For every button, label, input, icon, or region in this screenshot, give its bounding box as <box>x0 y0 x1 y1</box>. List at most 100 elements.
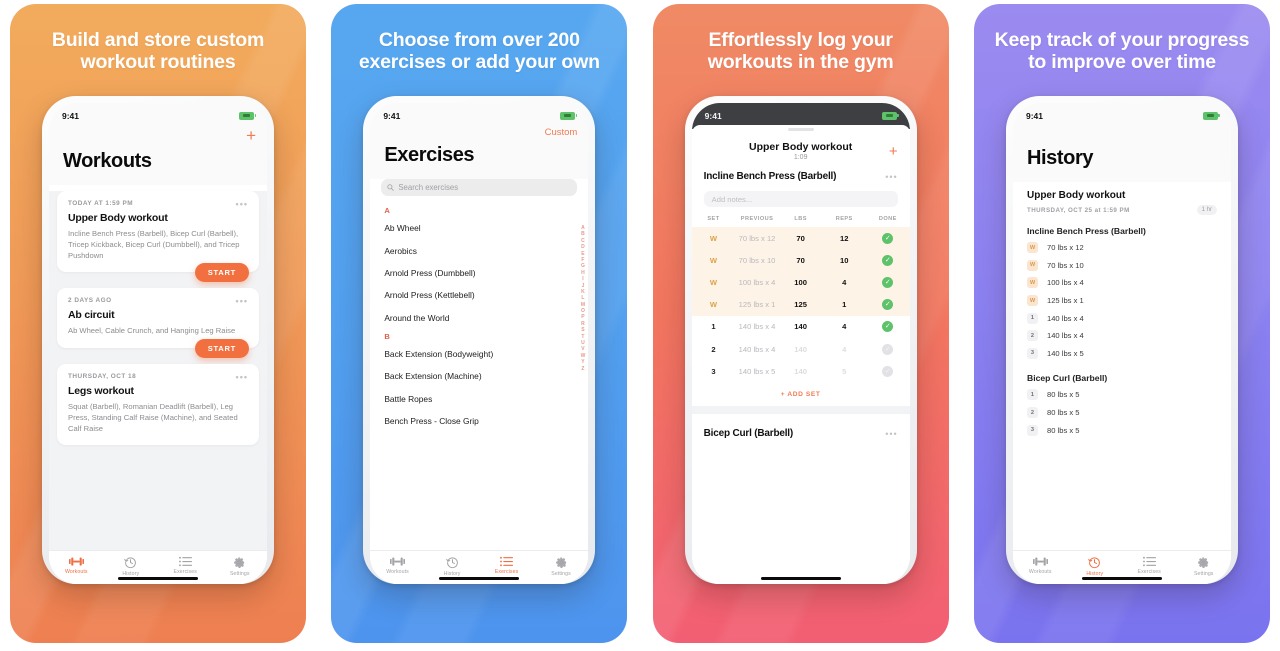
tab-settings[interactable]: Settings <box>1176 556 1231 577</box>
previous-value: 140 lbs x 4 <box>738 344 776 354</box>
search-icon <box>387 184 395 191</box>
tab-label: Exercises <box>173 569 197 575</box>
reps-input[interactable]: 12 <box>822 227 867 250</box>
lbs-input[interactable]: 70 <box>778 249 823 272</box>
add-exercise-icon[interactable]: + <box>889 143 898 160</box>
custom-exercise-button[interactable]: Custom <box>545 127 578 138</box>
done-checkbox[interactable]: ✓ <box>866 338 910 360</box>
exercise-item[interactable]: Bench Press - Close Grip <box>370 410 588 432</box>
alphabet-index[interactable]: ABCDEFGHIJKLMOPRSTUVWYZ <box>581 225 586 372</box>
set-row[interactable]: 1 140 lbs x 4 140 4 ✓ <box>692 316 910 338</box>
tab-workouts[interactable]: Workouts <box>1013 556 1068 575</box>
more-options-icon[interactable]: ••• <box>236 199 248 208</box>
set-detail: 80 lbs x 5 <box>1046 390 1080 400</box>
tab-label: Exercises <box>1137 569 1161 575</box>
set-badge: W <box>1026 242 1038 254</box>
start-workout-button[interactable]: START <box>194 339 249 359</box>
check-icon: ✓ <box>882 254 894 266</box>
set-row[interactable]: W 100 lbs x 4 100 4 ✓ <box>691 271 910 294</box>
exercise-item[interactable]: Around the World <box>370 307 588 329</box>
reps-input[interactable]: 5 <box>822 360 866 382</box>
history-scroll-area[interactable]: Upper Body workout THURSDAY, OCT 25 at 1… <box>1012 182 1231 550</box>
set-row[interactable]: W 125 lbs x 1 125 1 ✓ <box>691 293 910 316</box>
exercise-item[interactable]: Arnold Press (Dumbbell) <box>370 262 588 284</box>
section-header: B <box>384 331 390 341</box>
done-checkbox[interactable]: ✓ <box>866 316 910 338</box>
add-set-button[interactable]: + ADD SET <box>692 382 910 406</box>
reps-input[interactable]: 4 <box>822 271 867 294</box>
exercise-item[interactable]: Arnold Press (Kettlebell) <box>370 284 588 306</box>
col-reps: REPS <box>835 216 853 222</box>
history-set-row: W 70 lbs x 10 <box>1013 257 1231 275</box>
gear-icon <box>234 557 245 569</box>
lbs-input[interactable]: 125 <box>778 293 823 316</box>
panel-headline: Effortlessly log your workouts in the gy… <box>707 29 894 73</box>
workouts-scroll-area[interactable]: TODAY AT 1:59 PM ••• Upper Body workout … <box>49 185 267 550</box>
lbs-input[interactable]: 140 <box>779 316 823 338</box>
workout-card-meta: 2 DAYS AGO ••• <box>68 296 248 305</box>
workout-title: Upper Body workout <box>749 141 853 153</box>
more-options-icon[interactable]: ••• <box>885 172 897 181</box>
exercise-item[interactable]: Battle Ropes <box>370 388 588 410</box>
tab-exercises[interactable]: Exercises <box>1122 556 1177 575</box>
more-options-icon[interactable]: ••• <box>236 372 248 381</box>
done-checkbox[interactable]: ✓ <box>866 293 910 316</box>
set-row[interactable]: W 70 lbs x 12 70 12 ✓ <box>691 227 910 250</box>
tab-history[interactable]: History <box>1067 556 1122 577</box>
workout-card[interactable]: TODAY AT 1:59 PM ••• Upper Body workout … <box>57 191 259 283</box>
lbs-input[interactable]: 140 <box>779 360 823 382</box>
tab-exercises[interactable]: Exercises <box>158 556 213 575</box>
done-checkbox[interactable]: ✓ <box>866 249 910 272</box>
next-exercise-row[interactable]: Bicep Curl (Barbell) ••• <box>692 414 910 439</box>
done-checkbox[interactable]: ✓ <box>866 360 910 382</box>
set-row[interactable]: 3 140 lbs x 5 140 5 ✓ <box>692 360 910 382</box>
exercise-item[interactable]: Aerobics <box>370 239 588 261</box>
previous-value: 70 lbs x 12 <box>735 227 779 250</box>
alpha-index-letter[interactable]: Z <box>581 366 584 372</box>
set-row[interactable]: 2 140 lbs x 4 140 4 ✓ <box>692 338 910 360</box>
lbs-input[interactable]: 140 <box>779 338 823 360</box>
workout-card[interactable]: THURSDAY, OCT 18 ••• Legs workout Squat … <box>57 364 259 446</box>
phone-mockup-exercises: 9:41 Custom Exercises Search exercises A… <box>363 96 596 584</box>
workout-card[interactable]: 2 DAYS AGO ••• Ab circuit Ab Wheel, Cabl… <box>57 288 259 359</box>
check-icon: ✓ <box>882 276 894 288</box>
history-set-row: 2 140 lbs x 4 <box>1013 327 1231 345</box>
tab-exercises[interactable]: Exercises <box>479 556 534 575</box>
tab-settings[interactable]: Settings <box>213 556 268 577</box>
set-detail: 100 lbs x 4 <box>1046 278 1084 288</box>
reps-input[interactable]: 10 <box>822 249 867 272</box>
history-set-row: 1 80 lbs x 5 <box>1013 386 1231 404</box>
lbs-input[interactable]: 100 <box>778 271 823 294</box>
list-icon <box>178 556 192 567</box>
log-scroll-area[interactable]: Upper Body workout 1:09 + Incline Bench … <box>691 125 910 584</box>
reps-input[interactable]: 1 <box>822 293 867 316</box>
add-workout-icon[interactable]: + <box>246 127 256 144</box>
dumbbell-icon <box>1032 557 1048 566</box>
more-options-icon[interactable]: ••• <box>885 429 897 438</box>
notes-input[interactable]: Add notes... <box>703 191 898 207</box>
exercise-item[interactable]: Back Extension (Bodyweight) <box>370 343 588 365</box>
more-options-icon[interactable]: ••• <box>236 296 248 305</box>
set-row[interactable]: W 70 lbs x 10 70 10 ✓ <box>691 249 910 272</box>
lbs-input[interactable]: 70 <box>778 227 823 250</box>
done-checkbox[interactable]: ✓ <box>866 227 910 250</box>
check-icon: ✓ <box>882 343 894 355</box>
status-time: 9:41 <box>1025 110 1043 121</box>
exercises-scroll-area[interactable]: A Ab Wheel Aerobics Arnold Press (Dumbbe… <box>370 203 588 550</box>
search-input[interactable]: Search exercises <box>381 179 578 196</box>
page-title: History <box>1012 125 1231 182</box>
reps-input[interactable]: 4 <box>822 316 866 338</box>
reps-input[interactable]: 4 <box>822 338 866 360</box>
exercise-item[interactable]: Back Extension (Machine) <box>370 365 588 387</box>
start-workout-button[interactable]: START <box>194 263 249 283</box>
done-checkbox[interactable]: ✓ <box>866 271 910 294</box>
tab-history[interactable]: History <box>425 556 480 577</box>
page-title: Workouts <box>49 144 267 185</box>
tab-history[interactable]: History <box>104 556 159 577</box>
exercise-item[interactable]: Ab Wheel <box>370 217 588 239</box>
tab-settings[interactable]: Settings <box>534 556 589 577</box>
exercise-list: A Ab Wheel Aerobics Arnold Press (Dumbbe… <box>370 203 588 436</box>
tab-workouts[interactable]: Workouts <box>49 556 104 575</box>
section-header: A <box>384 206 390 215</box>
tab-workouts[interactable]: Workouts <box>370 556 425 575</box>
